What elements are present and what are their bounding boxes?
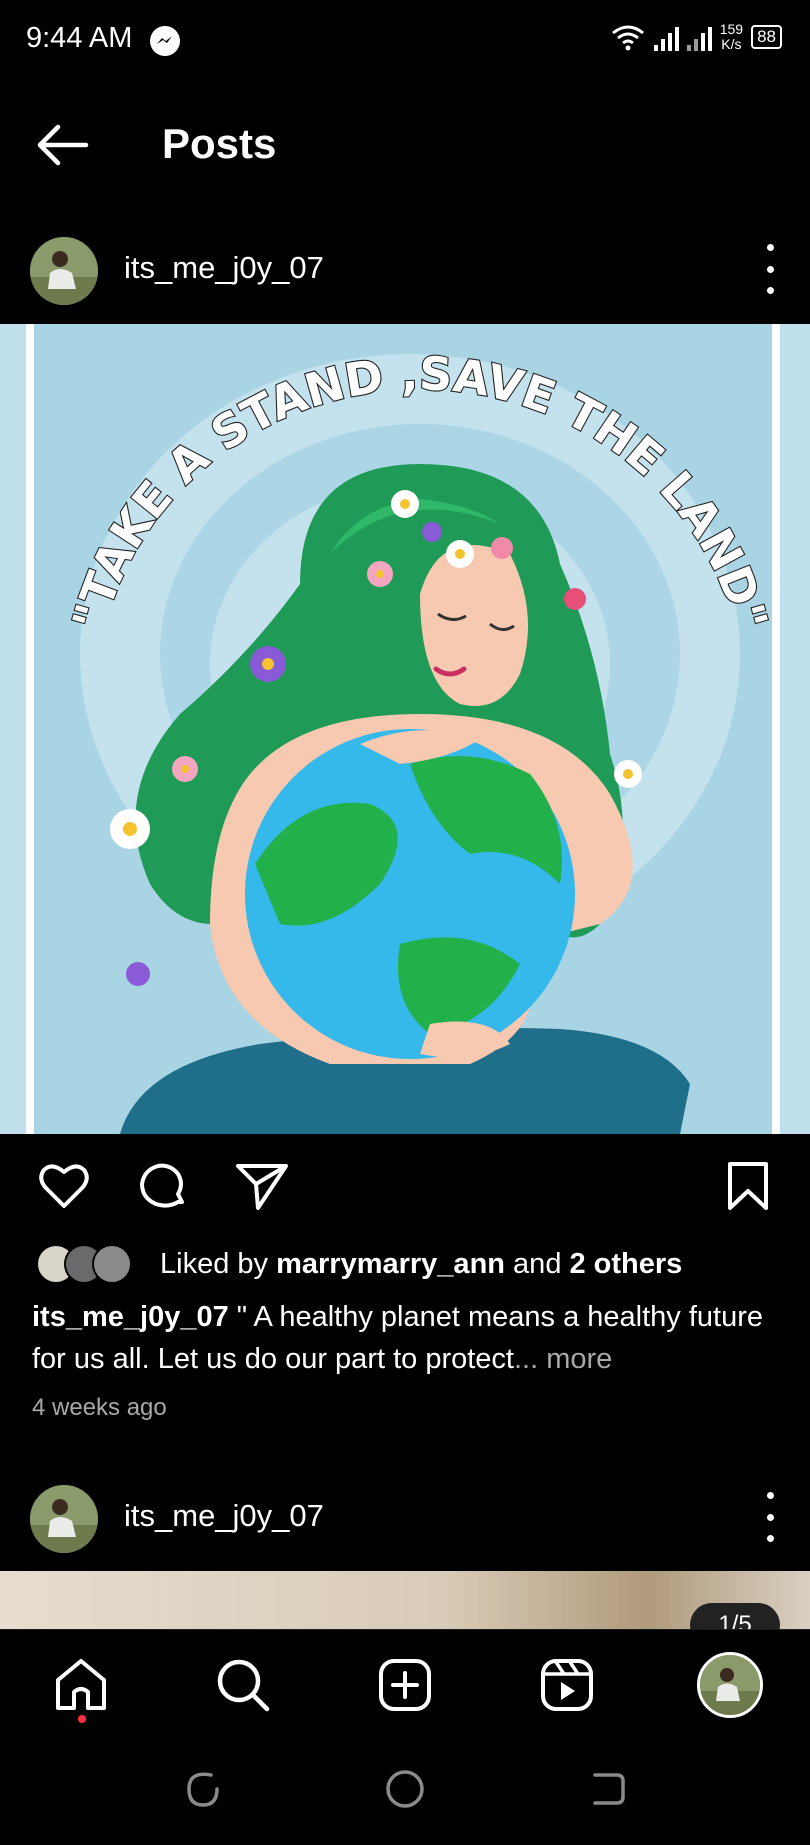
post-username[interactable]: its_me_j0y_07 — [124, 250, 324, 286]
share-button[interactable] — [234, 1158, 290, 1214]
save-button[interactable] — [720, 1158, 776, 1214]
post-timestamp: 4 weeks ago — [32, 1394, 167, 1421]
post-actions — [0, 1150, 810, 1220]
send-icon — [236, 1164, 288, 1210]
liked-by-others[interactable]: 2 others — [570, 1248, 683, 1280]
like-button[interactable] — [36, 1158, 92, 1214]
messenger-icon — [150, 26, 180, 56]
network-speed: 159 K/s — [720, 22, 743, 52]
comment-button[interactable] — [134, 1158, 190, 1214]
liked-by-prefix: Liked by — [160, 1247, 277, 1280]
notification-dot — [78, 1715, 86, 1723]
signal-1-icon — [653, 23, 679, 51]
comment-icon — [140, 1163, 184, 1208]
status-time: 9:44 AM — [26, 22, 133, 54]
status-indicators: 159 K/s 88 — [610, 22, 782, 52]
heart-icon — [39, 1164, 89, 1208]
profile-avatar-icon — [700, 1655, 760, 1715]
status-bar: 9:44 AM 159 K/s 88 — [0, 0, 810, 80]
page-title: Posts — [162, 120, 277, 167]
plus-square-icon — [379, 1659, 431, 1711]
caption-username[interactable]: its_me_j0y_07 — [32, 1301, 229, 1333]
signal-2-icon — [686, 23, 712, 51]
back-button[interactable] — [34, 122, 90, 168]
post-header: its_me_j0y_07 — [0, 224, 810, 314]
liked-by-user[interactable]: marrymarry_ann — [276, 1248, 505, 1280]
likes-row[interactable]: Liked by marrymarry_ann and 2 others — [36, 1242, 682, 1286]
next-post-header: its_me_j0y_07 — [0, 1472, 810, 1562]
recents-icon — [187, 1772, 219, 1807]
back-system-button[interactable] — [585, 1767, 629, 1811]
speed-value: 159 — [719, 21, 744, 37]
likes-text: Liked by marrymarry_ann and 2 others — [160, 1248, 682, 1281]
circle-home-icon — [386, 1770, 424, 1808]
user-avatar[interactable] — [30, 1485, 98, 1553]
wifi-icon — [611, 25, 644, 51]
more-options-icon[interactable] — [760, 1492, 780, 1542]
system-nav — [0, 1737, 810, 1845]
user-avatar[interactable] — [30, 237, 98, 305]
next-post-image[interactable]: 1/5 — [0, 1571, 810, 1629]
liker-avatar — [92, 1244, 132, 1284]
nav-home[interactable] — [52, 1656, 110, 1714]
arrow-left-icon — [37, 124, 89, 166]
post-image[interactable]: "TAKE A STAND ,SAVE THE LAND" — [0, 324, 810, 1134]
liked-by-middle: and — [505, 1247, 570, 1280]
search-icon — [217, 1659, 270, 1712]
reels-icon — [541, 1659, 593, 1711]
top-bar: Posts — [0, 100, 810, 190]
bookmark-icon — [728, 1162, 768, 1210]
bottom-nav — [0, 1629, 810, 1737]
home-system-button[interactable] — [383, 1767, 427, 1811]
nav-search[interactable] — [214, 1656, 272, 1714]
caption-more-link[interactable]: ... more — [514, 1343, 612, 1375]
system-back-icon — [593, 1773, 625, 1805]
carousel-counter: 1/5 — [690, 1603, 780, 1629]
post-caption: its_me_j0y_07 " A healthy planet means a… — [32, 1296, 782, 1380]
next-post-username[interactable]: its_me_j0y_07 — [124, 1498, 324, 1534]
recents-button[interactable] — [181, 1767, 225, 1811]
nav-profile[interactable] — [697, 1652, 763, 1718]
home-icon — [56, 1659, 106, 1710]
more-options-icon[interactable] — [760, 244, 780, 294]
nav-create[interactable] — [376, 1656, 434, 1714]
liker-avatars — [36, 1244, 146, 1284]
poster-illustration: "TAKE A STAND ,SAVE THE LAND" — [0, 324, 810, 1134]
battery-icon: 88 — [751, 25, 782, 49]
speed-unit: K/s — [721, 36, 742, 52]
nav-reels[interactable] — [538, 1656, 596, 1714]
